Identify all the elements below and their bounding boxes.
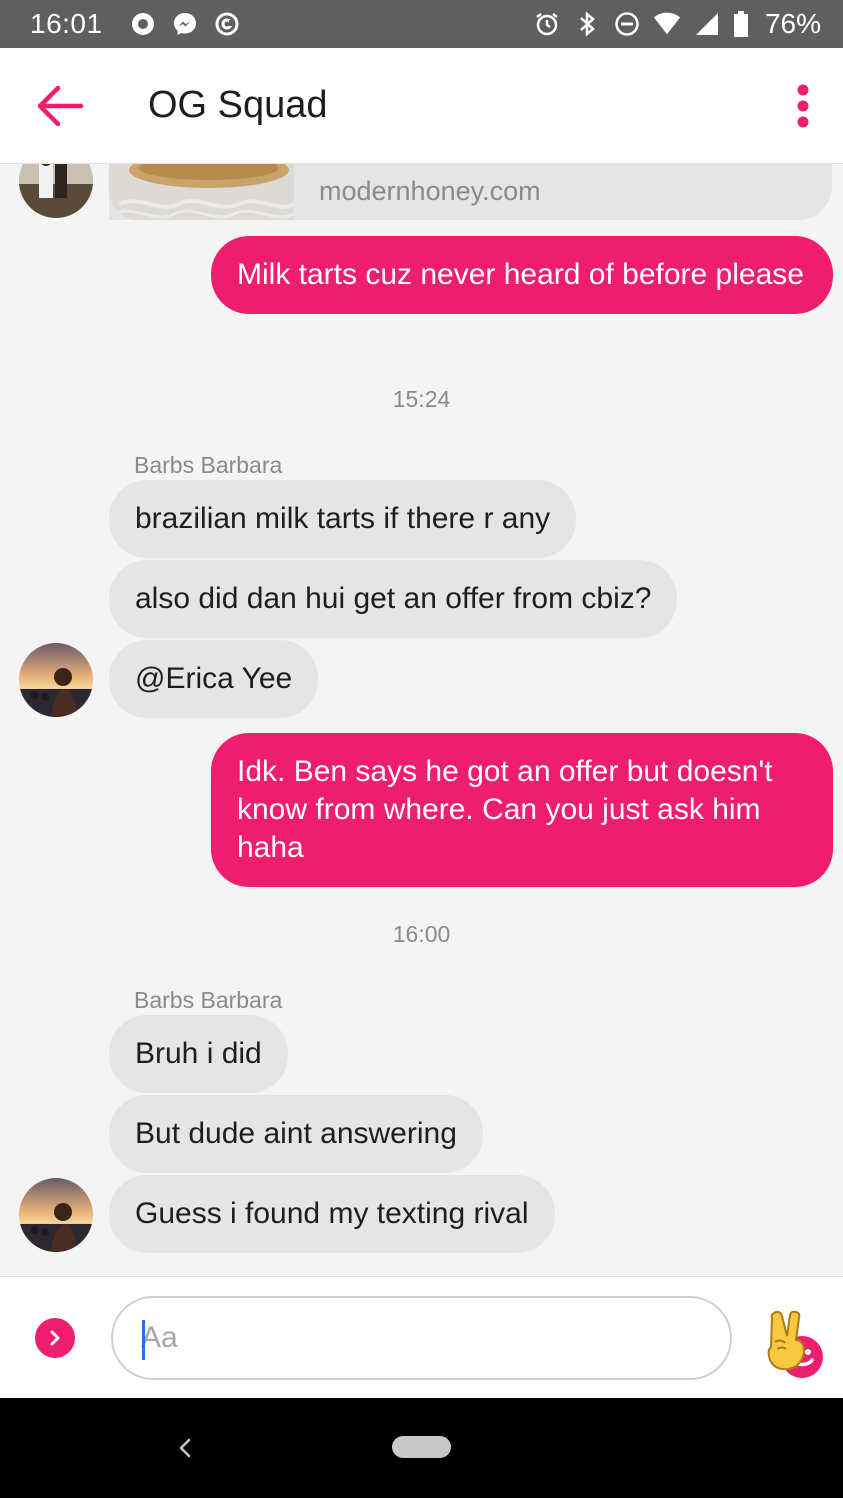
- quick-reaction-button[interactable]: [760, 1307, 816, 1371]
- incoming-message[interactable]: @Erica Yee: [109, 640, 319, 718]
- alarm-icon: [533, 10, 561, 38]
- system-navigation-bar: [0, 1398, 843, 1498]
- signal-icon: [693, 10, 721, 38]
- timestamp: 15:24: [392, 386, 451, 412]
- back-arrow-icon: [37, 85, 84, 126]
- link-preview-image: [109, 164, 294, 220]
- message-input[interactable]: [141, 1316, 641, 1360]
- incoming-message[interactable]: Guess i found my texting rival: [109, 1175, 555, 1253]
- wifi-icon: [653, 10, 681, 38]
- incoming-message[interactable]: brazilian milk tarts if there r any: [109, 480, 577, 558]
- sender-name: Barbs Barbara: [134, 987, 283, 1013]
- outgoing-message[interactable]: Idk. Ben says he got an offer but doesn'…: [211, 733, 833, 887]
- outlook-icon: [129, 10, 157, 38]
- more-vert-icon: [797, 84, 809, 127]
- link-preview-domain: modernhoney.com: [319, 176, 541, 206]
- outgoing-message[interactable]: Milk tarts cuz never heard of before ple…: [211, 236, 833, 314]
- avatar[interactable]: [19, 1178, 93, 1252]
- timestamp: 16:00: [392, 921, 451, 947]
- link-preview-card[interactable]: modernhoney.com: [109, 164, 832, 220]
- messenger-icon: [171, 10, 199, 38]
- nav-back-icon: [179, 1438, 191, 1458]
- at-icon: [213, 10, 241, 38]
- nav-back-button[interactable]: [170, 1428, 200, 1468]
- message-composer: [0, 1276, 843, 1398]
- status-time: 16:01: [30, 8, 103, 39]
- battery-icon: [733, 10, 749, 38]
- system-icons: 76%: [533, 8, 821, 40]
- text-caret: [142, 1320, 145, 1360]
- avatar[interactable]: [19, 643, 93, 717]
- expand-actions-button[interactable]: [35, 1318, 75, 1358]
- message-list[interactable]: modernhoney.com Milk tarts cuz never hea…: [0, 164, 843, 1276]
- sender-name: Barbs Barbara: [134, 452, 283, 478]
- avatar[interactable]: [19, 164, 93, 218]
- message-input-box[interactable]: [111, 1296, 823, 1380]
- incoming-message[interactable]: Bruh i did: [109, 1015, 288, 1093]
- status-bar: 16:01 76%: [0, 0, 843, 48]
- chevron-right-icon: [50, 1330, 60, 1346]
- dnd-icon: [613, 10, 641, 38]
- victory-hand-icon: [767, 1310, 805, 1370]
- incoming-message[interactable]: But dude aint answering: [109, 1095, 483, 1173]
- conversation-title[interactable]: OG Squad: [148, 84, 328, 127]
- battery-percent: 76%: [764, 8, 821, 39]
- conversation-header: OG Squad: [0, 48, 843, 164]
- back-button[interactable]: [0, 48, 120, 164]
- incoming-message[interactable]: also did dan hui get an offer from cbiz?: [109, 560, 678, 638]
- notification-icons: [129, 10, 241, 38]
- more-options-button[interactable]: [763, 48, 843, 164]
- nav-home-pill[interactable]: [392, 1436, 451, 1458]
- bluetooth-icon: [573, 10, 601, 38]
